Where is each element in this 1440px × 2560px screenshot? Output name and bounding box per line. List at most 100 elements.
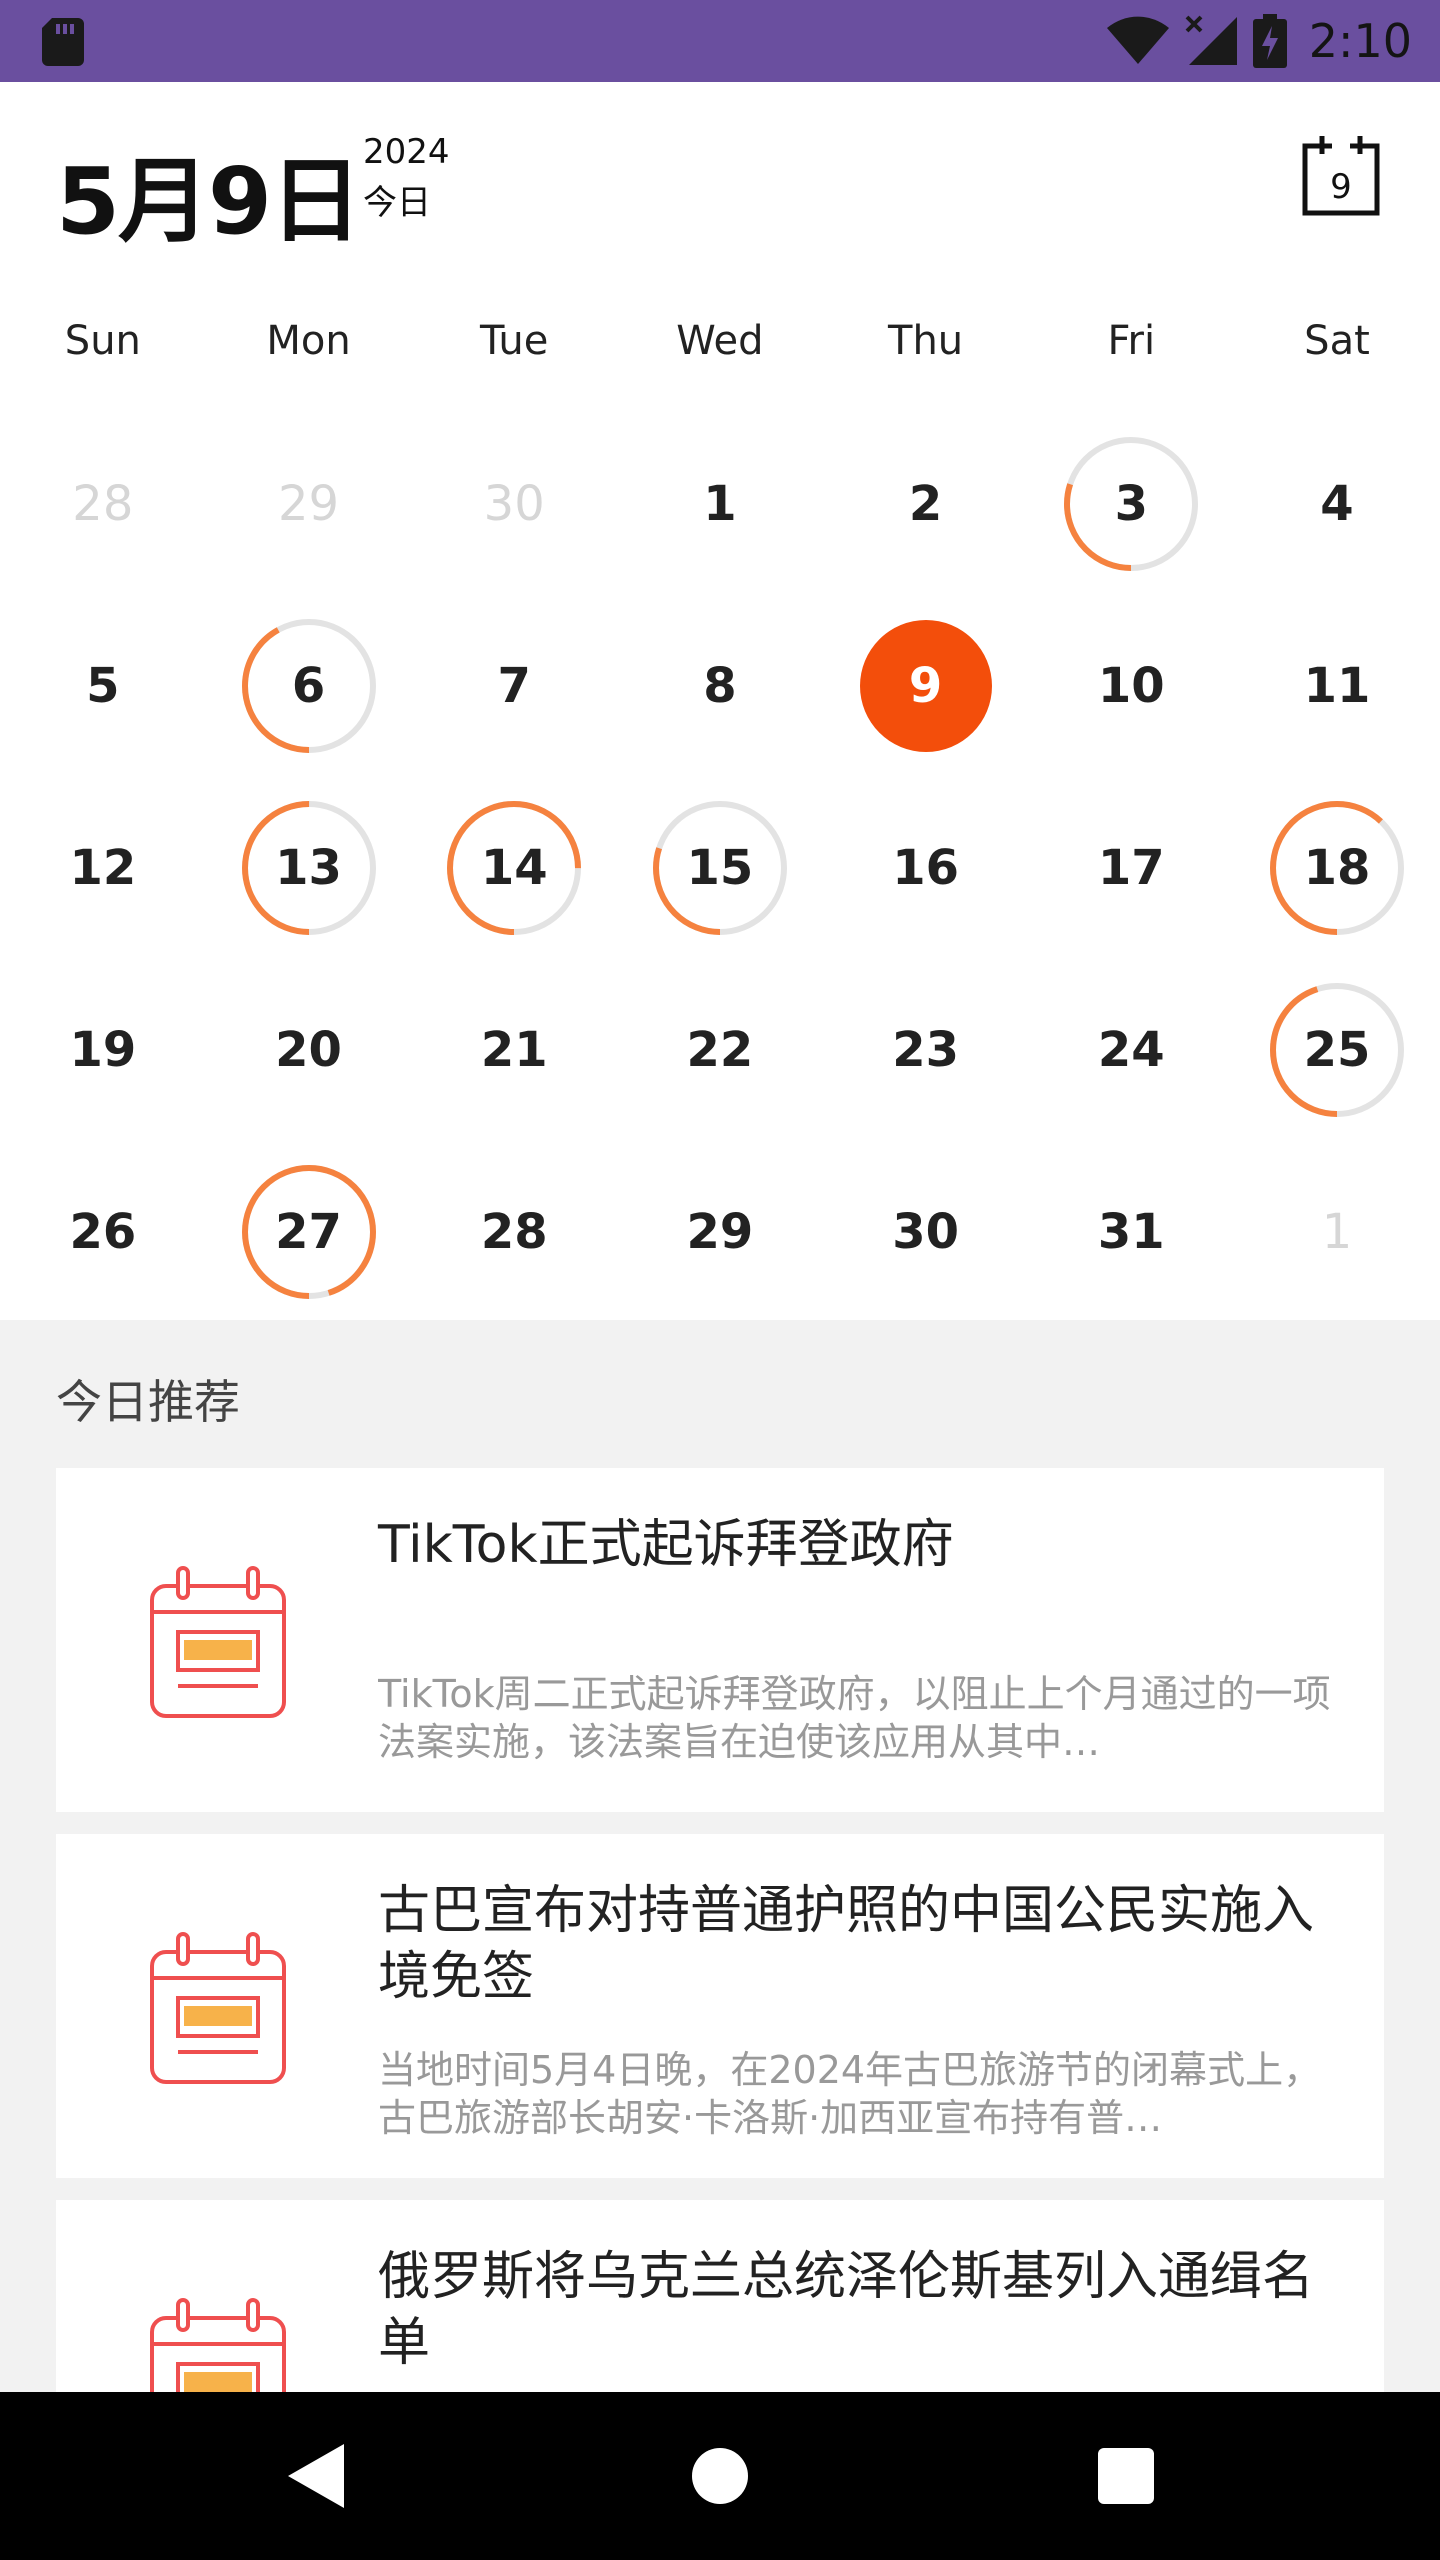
- news-summary: TikTok周二正式起诉拜登政府，以阻止上个月通过的一项法案实施，该法案旨在迫使…: [378, 1672, 1331, 1764]
- system-nav-bar: [0, 2392, 1440, 2560]
- calendar-day[interactable]: 31: [1028, 1140, 1234, 1322]
- calendar-day[interactable]: 14: [411, 776, 617, 958]
- calendar-day[interactable]: 4: [1234, 412, 1440, 594]
- calendar-day[interactable]: 23: [823, 958, 1029, 1140]
- news-card[interactable]: 古巴宣布对持普通护照的中国公民实施入境免签 当地时间5月4日晚，在2024年古巴…: [56, 1834, 1384, 2178]
- date-header: 5月9日 2024 今日 9: [0, 82, 1440, 282]
- day-number: 10: [1097, 658, 1165, 714]
- weekday-label: Sat: [1304, 318, 1370, 364]
- day-number: 29: [277, 476, 340, 532]
- day-number: 25: [1303, 1022, 1371, 1078]
- calendar-day[interactable]: 12: [0, 776, 206, 958]
- calendar-day[interactable]: 30: [823, 1140, 1029, 1322]
- calendar-day[interactable]: 27: [206, 1140, 412, 1322]
- calendar-day[interactable]: 24: [1028, 958, 1234, 1140]
- day-number: 19: [69, 1022, 137, 1078]
- wifi-icon: [1106, 16, 1169, 64]
- news-summary: 当地时间5月4日晚，在2024年古巴旅游节的闭幕式上，古巴旅游部长胡安·卡洛斯·…: [378, 2048, 1322, 2140]
- day-number: 2: [908, 476, 943, 532]
- day-number: 16: [892, 840, 959, 896]
- day-number: 30: [483, 476, 545, 532]
- calendar-week-row: 12 13 14 15 16 17 18: [0, 776, 1440, 958]
- day-number: 8: [703, 658, 737, 714]
- day-number: 18: [1303, 840, 1371, 896]
- recommend-section: 今日推荐 TikTok正式起诉拜登政府 TikTok周二正式起诉拜登政府，以阻止…: [0, 1320, 1440, 2392]
- calendar-day[interactable]: 5: [0, 594, 206, 776]
- calendar-event-icon: [150, 1566, 286, 1718]
- recents-button[interactable]: [1098, 2448, 1154, 2504]
- calendar-day[interactable]: 11: [1234, 594, 1440, 776]
- date-year: 2024: [363, 132, 450, 172]
- day-number: 26: [69, 1204, 137, 1260]
- back-icon[interactable]: [286, 2442, 346, 2510]
- calendar-day[interactable]: 3: [1028, 412, 1234, 594]
- day-number: 30: [892, 1204, 959, 1260]
- day-number: 12: [69, 840, 137, 896]
- day-number: 1: [1321, 1204, 1353, 1260]
- calendar-day[interactable]: 19: [0, 958, 206, 1140]
- calendar-day[interactable]: 22: [617, 958, 823, 1140]
- calendar-day[interactable]: 18: [1234, 776, 1440, 958]
- day-number: 17: [1097, 840, 1165, 896]
- calendar-grid: 28 29 30 1 2 3 4 5 6 7 8 9 10 11 12 13 14 15 16 17 18 19 20 21 2…: [0, 412, 1440, 1322]
- status-bar: 2:10: [0, 0, 1440, 82]
- day-number: 1: [703, 476, 737, 532]
- day-number: 9: [908, 658, 943, 714]
- weekday-label: Fri: [1107, 318, 1156, 364]
- day-number: 22: [686, 1022, 754, 1078]
- weekday-label: Tue: [480, 318, 549, 364]
- calendar-day[interactable]: 30: [411, 412, 617, 594]
- calendar-day[interactable]: 25: [1234, 958, 1440, 1140]
- calendar-week-row: 5 6 7 8 9 10 11: [0, 594, 1440, 776]
- calendar-day[interactable]: 17: [1028, 776, 1234, 958]
- battery-charging-icon: [1252, 14, 1287, 68]
- day-number: 29: [686, 1204, 754, 1260]
- calendar-day[interactable]: 21: [411, 958, 617, 1140]
- day-number: 15: [686, 840, 754, 896]
- day-number: 5: [86, 658, 120, 714]
- calendar-day[interactable]: 1: [1234, 1140, 1440, 1322]
- calendar-week-row: 28 29 30 1 2 3 4: [0, 412, 1440, 594]
- calendar-day[interactable]: 26: [0, 1140, 206, 1322]
- day-number: 23: [892, 1022, 959, 1078]
- day-number: 24: [1097, 1022, 1165, 1078]
- home-button[interactable]: [692, 2448, 748, 2504]
- calendar-day[interactable]: 15: [617, 776, 823, 958]
- calendar-day[interactable]: 20: [206, 958, 412, 1140]
- day-number: 28: [72, 476, 134, 532]
- sd-card-icon: [42, 18, 84, 66]
- recommend-list: TikTok正式起诉拜登政府 TikTok周二正式起诉拜登政府，以阻止上个月通过…: [56, 1468, 1384, 2392]
- cellular-no-signal-icon: [1185, 15, 1237, 65]
- news-title: 古巴宣布对持普通护照的中国公民实施入境免签: [378, 1881, 1315, 2007]
- calendar-day[interactable]: 7: [411, 594, 617, 776]
- calendar-day[interactable]: 28: [0, 412, 206, 594]
- news-title: TikTok正式起诉拜登政府: [378, 1515, 954, 1575]
- calendar-day[interactable]: 8: [617, 594, 823, 776]
- calendar-day[interactable]: 2: [823, 412, 1029, 594]
- news-card[interactable]: TikTok正式起诉拜登政府 TikTok周二正式起诉拜登政府，以阻止上个月通过…: [56, 1468, 1384, 1812]
- calendar-week-row: 26 27 28 29 30 31 1: [0, 1140, 1440, 1322]
- day-number: 31: [1097, 1204, 1165, 1260]
- calendar-day[interactable]: 13: [206, 776, 412, 958]
- day-number: 27: [275, 1204, 342, 1260]
- calendar-day-today[interactable]: 9: [823, 594, 1029, 776]
- selected-date: 5月9日: [56, 148, 362, 255]
- day-number: 7: [497, 658, 531, 714]
- calendar-day[interactable]: 16: [823, 776, 1029, 958]
- calendar-event-icon: [150, 1932, 286, 2084]
- weekday-header: Sun Mon Tue Wed Thu Fri Sat: [0, 306, 1440, 376]
- day-number: 4: [1320, 476, 1354, 532]
- news-card[interactable]: 俄罗斯将乌克兰总统泽伦斯基列入通缉名单: [56, 2200, 1384, 2392]
- calendar-day[interactable]: 28: [411, 1140, 617, 1322]
- calendar-day[interactable]: 10: [1028, 594, 1234, 776]
- day-number: 11: [1303, 658, 1371, 714]
- calendar-day[interactable]: 1: [617, 412, 823, 594]
- weekday-label: Wed: [676, 318, 764, 364]
- weekday-label: Mon: [266, 318, 351, 364]
- calendar-day[interactable]: 6: [206, 594, 412, 776]
- go-to-today-button[interactable]: 9: [1302, 134, 1380, 216]
- day-number: 14: [480, 840, 548, 896]
- calendar-day[interactable]: 29: [617, 1140, 823, 1322]
- day-number: 28: [480, 1204, 548, 1260]
- calendar-day[interactable]: 29: [206, 412, 412, 594]
